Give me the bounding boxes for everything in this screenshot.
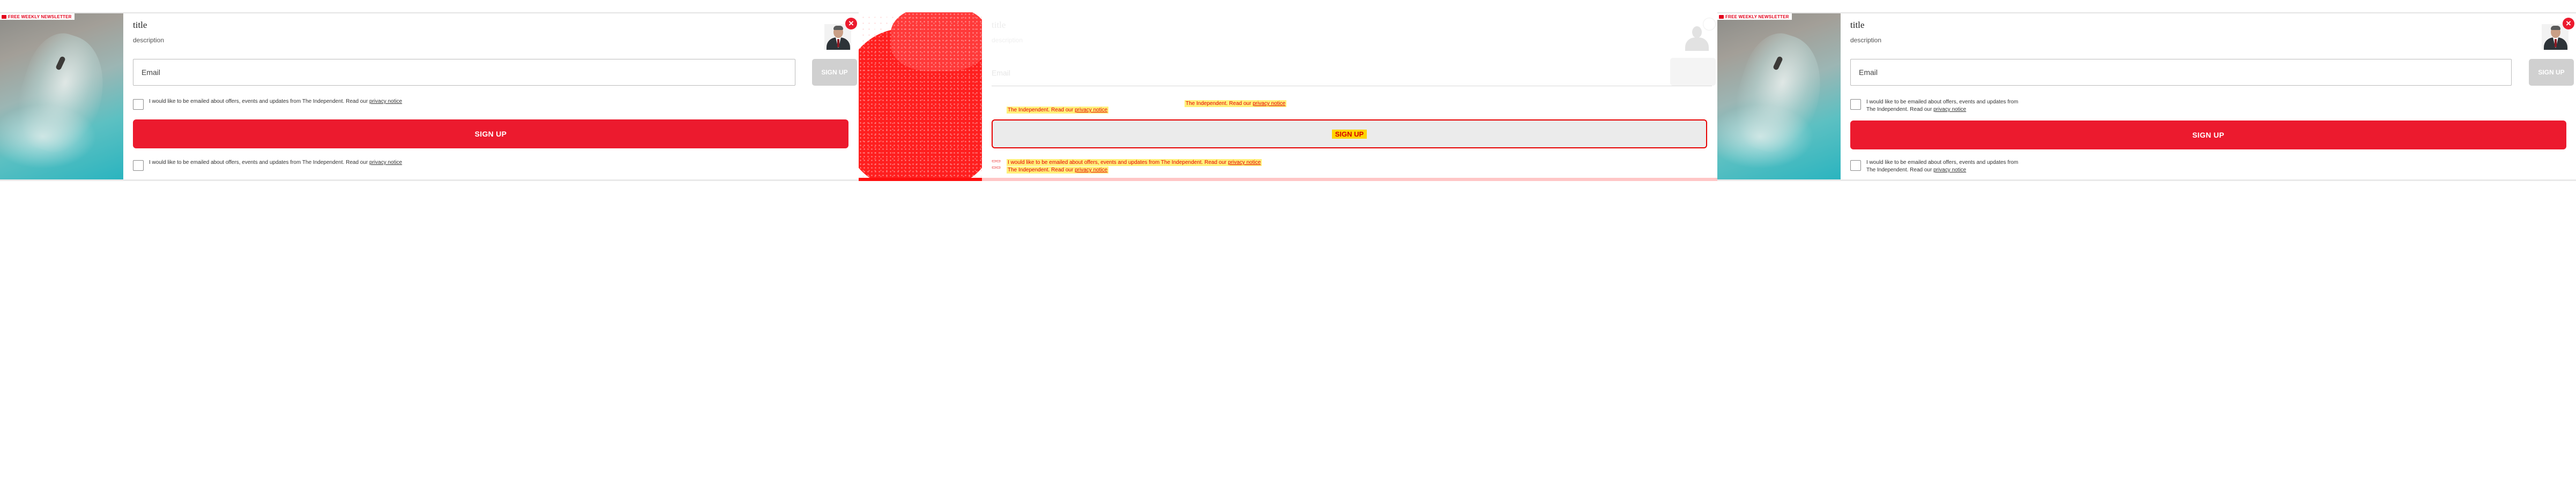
close-icon[interactable]: × [2563,18,2574,29]
diff-close-icon [1703,18,1716,31]
signup-button[interactable]: SIGN UP [133,119,848,148]
bottom-divider [0,179,859,181]
consent-label-bottom: I would like to be emailed about offers,… [149,160,368,165]
consent-label-line1: I would like to be emailed about offers,… [1866,99,2019,105]
consent-checkbox[interactable] [1850,99,1861,110]
newsletter-popup-rendered: FREE WEEKLY NEWSLETTER title description… [1717,12,2576,181]
newsletter-badge: FREE WEEKLY NEWSLETTER [0,13,75,20]
diff-description: description [992,36,1023,44]
newsletter-popup-original: FREE WEEKLY NEWSLETTER title description… [0,12,859,181]
consent-checkbox[interactable] [133,99,144,110]
consent-label-line2: The Independent. Read our [1866,107,1932,112]
privacy-notice-link[interactable]: privacy notice [369,99,402,104]
diff-hl-link-4: privacy notice [1075,167,1108,173]
diff-hl-line-4: The Independent. Read our privacy notice [1007,167,1109,174]
diff-signup-button: SIGN UP [992,119,1707,148]
diff-hl-text-4: The Independent. Read our [1008,167,1074,173]
close-icon[interactable]: × [845,18,857,29]
consent-text-bottom: I would like to be emailed about offers,… [1866,159,2018,174]
diff-signup-small [1670,58,1716,86]
badge-label: FREE WEEKLY NEWSLETTER [8,14,72,19]
beach-hero-image [1717,13,1841,179]
consent-text: I would like to be emailed about offers,… [1866,99,2018,114]
diff-panel: title description Email The Independent.… [859,12,1717,181]
bottom-divider [1717,179,2576,181]
signup-inline-button[interactable]: SIGN UP [2529,59,2574,86]
privacy-notice-link-bottom[interactable]: privacy notice [369,160,402,165]
diff-hl-link-3: privacy notice [1228,160,1261,165]
consent-label: I would like to be emailed about offers,… [149,99,368,104]
consent-text-bottom: I would like to be emailed about offers,… [149,159,402,167]
email-input[interactable] [1850,59,2512,86]
popup-description: description [1850,36,1882,44]
consent-text: I would like to be emailed about offers,… [149,98,402,106]
diff-hl-line-2: The Independent. Read our privacy notice [1007,107,1109,114]
newsletter-badge: FREE WEEKLY NEWSLETTER [1717,13,1792,20]
diff-hl-link-2: privacy notice [1075,107,1108,113]
signup-button[interactable]: SIGN UP [1850,120,2566,149]
consent-label-bottom-line2: The Independent. Read our [1866,167,1932,173]
popup-title: title [1850,20,1865,30]
diff-hl-text-2: The Independent. Read our [1008,107,1074,113]
privacy-notice-link[interactable]: privacy notice [1933,107,1966,112]
diff-title: title [992,20,1006,30]
diff-mark-1: ▭▭ [992,158,1001,163]
beach-hero-image [0,13,123,179]
top-divider [0,12,859,13]
diff-hl-line-3: I would like to be emailed about offers,… [1007,159,1262,166]
badge-label: FREE WEEKLY NEWSLETTER [1725,14,1789,19]
consent-checkbox-bottom[interactable] [133,160,144,171]
diff-hl-link-1: privacy notice [1253,101,1286,107]
diff-email-placeholder: Email [992,69,1011,77]
privacy-notice-link-bottom[interactable]: privacy notice [1933,167,1966,173]
consent-label-bottom-line1: I would like to be emailed about offers,… [1866,160,2019,165]
diff-hl-text-1: The Independent. Read our [1186,101,1252,107]
diff-hl-text-3: I would like to be emailed about offers,… [1008,160,1227,165]
diff-hl-line-1: The Independent. Read our privacy notice [1185,100,1287,107]
top-divider [1717,12,2576,13]
mail-icon [1719,14,1724,19]
popup-title: title [133,20,147,30]
popup-description: description [133,36,165,44]
diff-mark-2: ▭▭ [992,164,1001,170]
diff-bottom-bar [982,178,1717,181]
email-input[interactable] [133,59,795,86]
consent-checkbox-bottom[interactable] [1850,160,1861,171]
diff-hero-image [859,12,982,181]
signup-inline-button[interactable]: SIGN UP [812,59,857,86]
mail-icon [2,14,6,19]
diff-signup-label: SIGN UP [1331,129,1367,139]
